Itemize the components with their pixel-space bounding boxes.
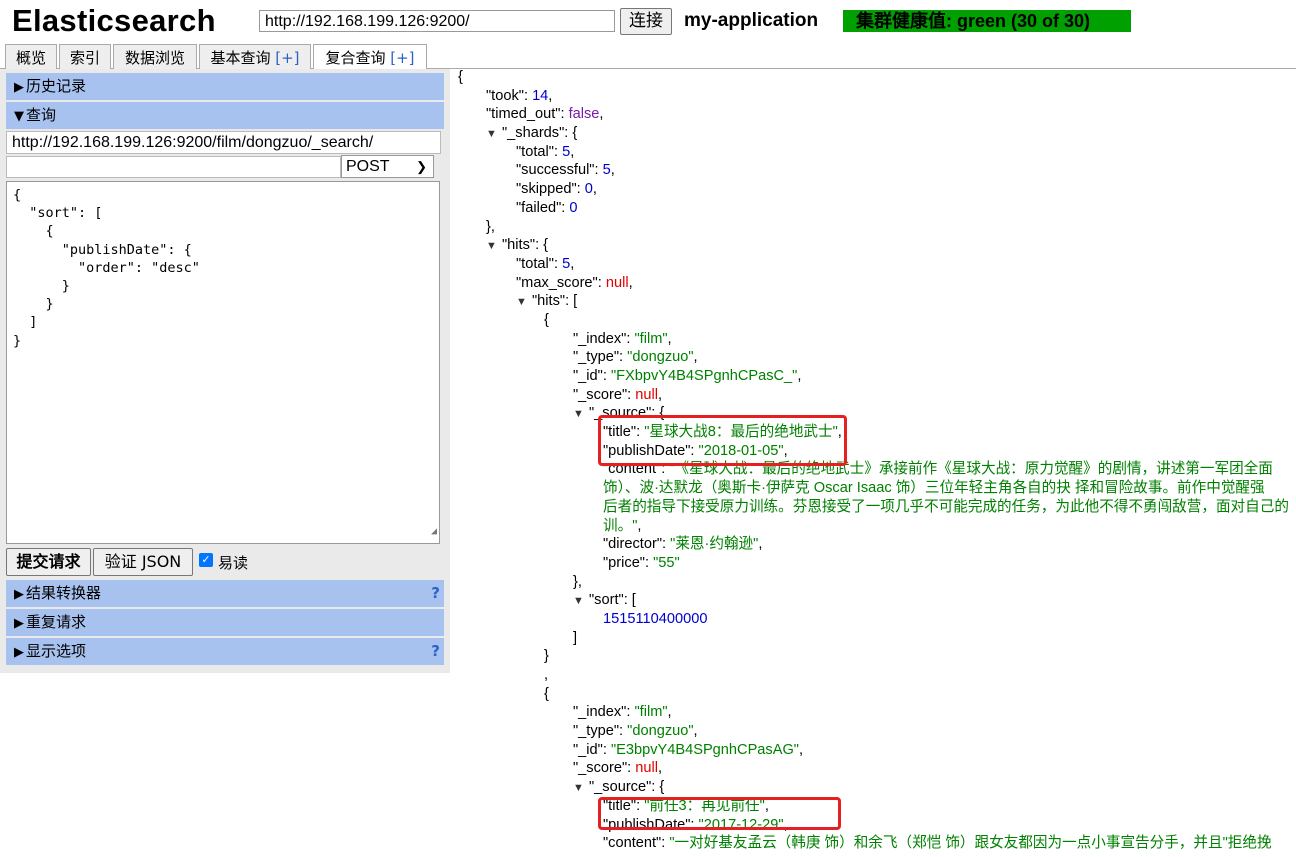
json-row: "took": 14,	[486, 87, 553, 104]
query-path-input[interactable]	[6, 156, 341, 178]
tab-browser[interactable]: 数据浏览	[113, 44, 197, 69]
method-select[interactable]: POST ❯	[341, 155, 434, 178]
collapse-toggle-icon[interactable]: ▼	[573, 405, 589, 424]
collapse-toggle-icon[interactable]: ▼	[573, 779, 589, 798]
json-row: ▼ "hits": [	[456, 292, 1296, 311]
json-row: "total": 5,	[516, 255, 575, 272]
json-row: "_id": "E3bpvY4B4SPgnhCPasAG",	[573, 741, 804, 758]
triangle-right-icon: ▶	[14, 645, 24, 660]
triangle-right-icon: ▶	[14, 587, 24, 602]
json-row: "skipped": 0,	[516, 181, 597, 198]
cluster-url-input[interactable]: http://192.168.199.126:9200/	[259, 10, 615, 32]
query-section-header[interactable]: ▼ 查询	[6, 102, 444, 129]
triangle-right-icon: ▶	[14, 616, 24, 631]
query-panel: ▶ 历史记录 ▼ 查询 http://192.168.199.126:9200/fi…	[0, 69, 450, 673]
json-row: 训。",	[603, 517, 642, 534]
json-row: "publishDate": "2017-12-29",	[603, 816, 788, 833]
history-section-header[interactable]: ▶ 历史记录	[6, 73, 444, 100]
help-icon[interactable]: ?	[431, 638, 440, 665]
json-row: "publishDate": "2018-01-05",	[603, 442, 788, 459]
json-row: ▼ "_source": {	[456, 404, 1296, 423]
resize-handle-icon[interactable]: ◢	[431, 523, 437, 541]
highlight-box	[598, 415, 847, 466]
json-row: 饰）、波·达默龙（奥斯卡·伊萨克 Oscar Isaac 饰）三位年轻主角各自的…	[603, 480, 1265, 497]
json-row: 后者的指导下接受原力训练。芬恩接受了一项几乎不可能完成的任务，为此他不得不勇闯敌…	[603, 498, 1289, 515]
json-row: "total": 5,	[516, 143, 575, 160]
highlight-box	[598, 797, 841, 830]
display-options-section-header[interactable]: ▶ 显示选项 ?	[6, 638, 444, 665]
app-logo: Elasticsearch	[12, 3, 216, 38]
json-row: "content": "一对好基友孟云（韩庚 饰）和余飞（郑恺 饰）跟女友都因为…	[603, 835, 1272, 852]
add-tab-plus[interactable]: [+]	[390, 49, 414, 67]
json-row: ▼ "_shards": {	[456, 124, 1296, 143]
json-row: "_type": "dongzuo",	[573, 349, 698, 366]
tab-basic-query[interactable]: 基本查询 [+]	[199, 44, 311, 69]
collapse-toggle-icon[interactable]: ▼	[573, 592, 589, 611]
chevron-down-icon: ❯	[416, 159, 427, 174]
json-row: "failed": 0	[516, 199, 578, 216]
json-row: "_index": "film",	[573, 704, 672, 721]
response-json-viewer: { "took": 14, "timed_out": false, ▼ "_sha…	[456, 68, 1296, 857]
help-icon[interactable]: ?	[431, 580, 440, 607]
triangle-down-icon: ▼	[14, 109, 24, 124]
json-row: "_id": "FXbpvY4B4SPgnhCPasC_",	[573, 368, 802, 384]
json-row: "timed_out": false,	[486, 106, 604, 123]
repeat-section-header[interactable]: ▶ 重复请求	[6, 609, 444, 636]
tab-compound-query[interactable]: 复合查询 [+]	[313, 44, 427, 70]
json-row: ▼ "hits": {	[456, 236, 1296, 255]
json-row: ▼ "sort": [	[456, 591, 1296, 610]
transformer-section-header[interactable]: ▶ 结果转换器 ?	[6, 580, 444, 607]
query-url-input[interactable]: http://192.168.199.126:9200/film/dongzuo…	[6, 131, 441, 154]
header: Elasticsearch http://192.168.199.126:920…	[0, 0, 1296, 42]
json-row: "title": "星球大战8：最后的绝地武士",	[603, 424, 842, 441]
json-row: 1515110400000	[603, 610, 708, 627]
add-tab-plus[interactable]: [+]	[275, 49, 299, 67]
json-row: "_score": null,	[573, 760, 663, 777]
collapse-toggle-icon[interactable]: ▼	[486, 125, 502, 144]
triangle-right-icon: ▶	[14, 80, 24, 95]
json-row: ▼ "_source": {	[456, 778, 1296, 797]
json-row: "title": "前任3：再见前任",	[603, 797, 769, 814]
query-body-textarea[interactable]: { "sort": [ { "publishDate": { "order": …	[6, 181, 440, 544]
submit-request-button[interactable]: 提交请求	[6, 548, 91, 576]
pretty-checkbox[interactable]: ✓	[199, 553, 213, 567]
json-row: "_type": "dongzuo",	[573, 723, 698, 740]
cluster-health-badge: 集群健康值: green (30 of 30)	[843, 10, 1131, 32]
json-row: "_index": "film",	[573, 330, 672, 347]
tab-overview[interactable]: 概览	[5, 44, 57, 69]
tab-bar: 概览 索引 数据浏览 基本查询 [+] 复合查询 [+]	[0, 42, 1296, 70]
collapse-toggle-icon[interactable]: ▼	[516, 293, 532, 312]
json-row: "successful": 5,	[516, 162, 615, 179]
cluster-name: my-application	[684, 10, 819, 31]
json-row: "content": "《星球大战：最后的绝地武士》承接前作《星球大战：原力觉醒…	[603, 461, 1273, 478]
json-row: "director": "莱恩·约翰逊",	[603, 536, 763, 553]
json-row: "_score": null,	[573, 386, 663, 403]
json-row: "price": "55"	[603, 554, 680, 571]
json-row: "max_score": null,	[516, 274, 633, 291]
validate-json-button[interactable]: 验证 JSON	[93, 548, 193, 576]
connect-button[interactable]: 连接	[620, 8, 672, 35]
pretty-label: 易读	[218, 554, 249, 572]
tab-indices[interactable]: 索引	[59, 44, 111, 69]
collapse-toggle-icon[interactable]: ▼	[486, 237, 502, 256]
